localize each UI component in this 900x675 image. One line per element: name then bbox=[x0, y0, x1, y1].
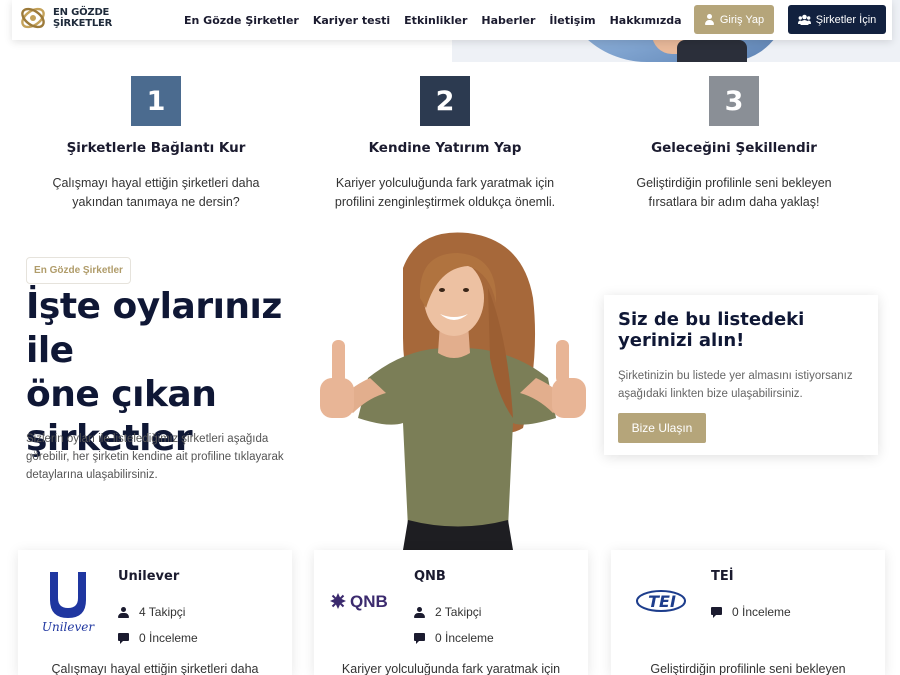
user-icon bbox=[704, 14, 715, 25]
step-title: Kendine Yatırım Yap bbox=[368, 140, 522, 156]
qnb-logo-text: QNB bbox=[350, 592, 388, 611]
logo-icon bbox=[18, 3, 48, 33]
company-description: Geliştirdiğin profilinle seni bekleyen bbox=[650, 662, 846, 675]
nav-haberler[interactable]: Haberler bbox=[481, 14, 535, 27]
nav-kariyer-testi[interactable]: Kariyer testi bbox=[313, 14, 390, 27]
step-title: Şirketlerle Bağlantı Kur bbox=[66, 140, 246, 156]
followers-count: 2 Takipçi bbox=[414, 605, 481, 619]
company-card-tei[interactable]: TEI TEİ 0 İnceleme Geliştirdiğin profili… bbox=[611, 550, 885, 675]
comment-icon bbox=[414, 632, 425, 644]
logo-line-2: ŞİRKETLER bbox=[53, 18, 113, 29]
step-description: Çalışmayı hayal ettiğin şirketleri daha … bbox=[52, 176, 260, 209]
cta-title: Siz de bu listedeki yerinizi alın! bbox=[618, 309, 805, 351]
nav-hakkimizda[interactable]: Hakkımızda bbox=[610, 14, 682, 27]
nav-etkinlikler[interactable]: Etkinlikler bbox=[404, 14, 467, 27]
company-name[interactable]: QNB bbox=[414, 569, 446, 584]
company-description: Kariyer yolculuğunda fark yaratmak için bbox=[341, 662, 561, 675]
logo-text: EN GÖZDE ŞİRKETLER bbox=[53, 7, 112, 29]
cta-text: Şirketinizin bu listede yer almasını ist… bbox=[618, 370, 853, 400]
section-lead: Sizlerin oyları ile listelediğimiz şirke… bbox=[26, 433, 284, 481]
company-name[interactable]: Unilever bbox=[118, 569, 179, 584]
woman-thumbs-up-image bbox=[308, 228, 598, 550]
user-icon bbox=[414, 606, 425, 618]
unilever-logo-text: Unilever bbox=[42, 620, 96, 634]
user-icon bbox=[118, 606, 129, 618]
section-badge: En Gözde Şirketler bbox=[26, 257, 131, 284]
step-number-badge: 1 bbox=[131, 76, 181, 126]
comment-icon bbox=[711, 606, 722, 618]
step-title: Geleceğini Şekillendir bbox=[651, 140, 817, 156]
reviews-count: 0 İnceleme bbox=[414, 631, 494, 645]
main-nav: En Gözde Şirketler Kariyer testi Etkinli… bbox=[184, 0, 696, 40]
contact-us-button[interactable]: Bize Ulaşın bbox=[618, 413, 706, 443]
step-2: 2 Kendine Yatırım Yap Kariyer yolculuğun… bbox=[295, 76, 595, 212]
logo-line-1: EN GÖZDE bbox=[53, 7, 110, 18]
login-button[interactable]: Giriş Yap bbox=[694, 5, 774, 34]
step-description: Kariyer yolculuğunda fark yaratmak için … bbox=[334, 176, 556, 209]
site-logo[interactable]: EN GÖZDE ŞİRKETLER bbox=[18, 3, 112, 33]
step-description: Geliştirdiğin profilinle seni bekleyen f… bbox=[636, 176, 832, 209]
cta-card: Siz de bu listedeki yerinizi alın! Şirke… bbox=[604, 295, 878, 455]
tei-logo: TEI bbox=[625, 568, 697, 634]
company-card-qnb[interactable]: QNB QNB 2 Takipçi 0 İnceleme Kariyer yol… bbox=[314, 550, 588, 675]
comment-icon bbox=[118, 632, 129, 644]
step-3: 3 Geleceğini Şekillendir Geliştirdiğin p… bbox=[584, 76, 884, 212]
step-number-badge: 2 bbox=[420, 76, 470, 126]
navbar: EN GÖZDE ŞİRKETLER En Gözde Şirketler Ka… bbox=[12, 0, 892, 40]
nav-en-gozde-sirketler[interactable]: En Gözde Şirketler bbox=[184, 14, 299, 27]
company-card-unilever[interactable]: Unilever Unilever 4 Takipçi 0 İnceleme Ç… bbox=[18, 550, 292, 675]
company-name[interactable]: TEİ bbox=[711, 569, 734, 584]
followers-count: 4 Takipçi bbox=[118, 605, 185, 619]
company-description: Çalışmayı hayal ettiğin şirketleri daha bbox=[51, 662, 259, 675]
users-icon bbox=[797, 14, 811, 25]
login-label: Giriş Yap bbox=[719, 13, 765, 26]
nav-iletisim[interactable]: İletişim bbox=[549, 14, 595, 27]
for-companies-label: Şirketler İçin bbox=[815, 13, 877, 26]
step-1: 1 Şirketlerle Bağlantı Kur Çalışmayı hay… bbox=[6, 76, 306, 212]
step-number-badge: 3 bbox=[709, 76, 759, 126]
qnb-logo: QNB bbox=[328, 568, 400, 634]
reviews-count: 0 İnceleme bbox=[711, 605, 791, 619]
tei-logo-text: TEI bbox=[648, 592, 676, 611]
unilever-logo: Unilever bbox=[32, 568, 104, 634]
reviews-count: 0 İnceleme bbox=[118, 631, 198, 645]
for-companies-button[interactable]: Şirketler İçin bbox=[788, 5, 886, 34]
